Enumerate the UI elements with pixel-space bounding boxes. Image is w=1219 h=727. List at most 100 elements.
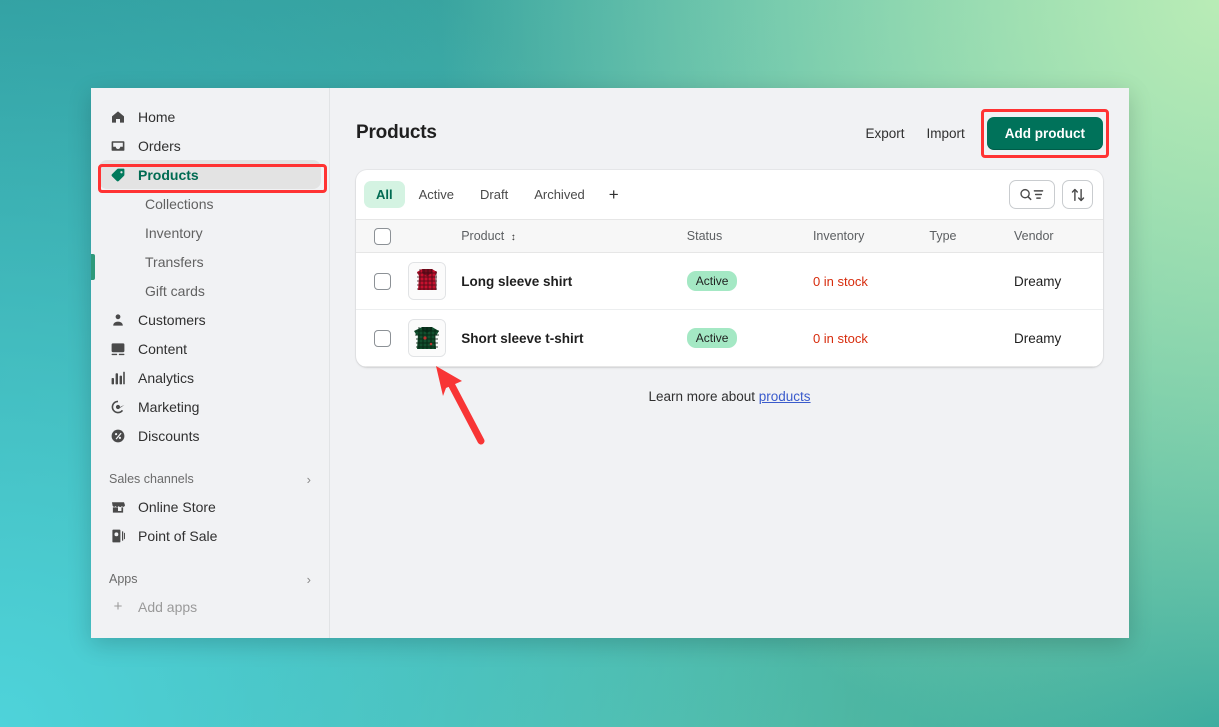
add-tab-button[interactable]: + [599, 183, 629, 207]
section-title: Sales channels [109, 472, 194, 486]
table-row[interactable]: Long sleeve shirt Active 0 in stock Drea… [356, 252, 1103, 310]
vendor-value: Dreamy [1013, 273, 1062, 289]
row-checkbox[interactable] [374, 272, 391, 290]
sidebar-item-point-of-sale[interactable]: Point of Sale [99, 521, 321, 550]
sidebar-item-label: Orders [138, 137, 181, 154]
row-thumbnail-cell [407, 252, 462, 310]
sidebar-item-label: Inventory [145, 224, 203, 241]
tab-all[interactable]: All [364, 181, 405, 208]
sidebar-item-label: Add apps [138, 598, 198, 615]
sidebar-item-label: Point of Sale [138, 527, 218, 544]
search-filter-icon [1020, 188, 1044, 201]
target-icon [109, 398, 127, 416]
sort-icon [1071, 188, 1084, 201]
product-thumbnail[interactable] [407, 262, 446, 300]
column-select-all [356, 219, 408, 253]
column-product[interactable]: Product ↕ [461, 219, 687, 253]
column-status: Status [686, 219, 813, 253]
image-icon [109, 340, 127, 358]
row-name-cell: Short sleeve t-shirt [461, 309, 687, 367]
sidebar-item-products[interactable]: Products [99, 160, 321, 189]
sort-button[interactable] [1062, 180, 1093, 209]
row-inventory-cell: 0 in stock [812, 309, 930, 367]
sidebar-item-content[interactable]: Content [99, 334, 321, 363]
products-link[interactable]: products [759, 389, 811, 404]
sidebar-item-label: Products [138, 166, 199, 183]
sidebar-item-add-apps[interactable]: + Add apps [99, 592, 321, 621]
add-product-wrapper: Add product [980, 108, 1109, 158]
row-inventory-cell: 0 in stock [812, 252, 930, 310]
page-title: Products [356, 122, 437, 143]
sidebar-item-analytics[interactable]: Analytics [99, 363, 321, 392]
learn-more-text: Learn more about products [356, 389, 1103, 404]
orders-icon [109, 137, 127, 155]
bars-icon [109, 369, 127, 387]
sidebar-item-home[interactable]: Home [99, 102, 321, 131]
red-plaid-long-sleeve-shirt-icon [408, 263, 445, 299]
column-product-label: Product [461, 229, 505, 243]
select-all-checkbox[interactable] [374, 227, 391, 245]
sidebar-item-label: Transfers [145, 253, 204, 270]
vendor-value: Dreamy [1013, 330, 1062, 346]
sidebar-item-online-store[interactable]: Online Store [99, 492, 321, 521]
active-nav-accent-bar [91, 254, 95, 280]
sidebar-item-orders[interactable]: Orders [99, 131, 321, 160]
sidebar-item-inventory[interactable]: Inventory [99, 218, 321, 247]
chevron-right-icon: › [306, 471, 311, 487]
sidebar-item-label: Online Store [138, 498, 216, 515]
row-vendor-cell: Dreamy [1013, 252, 1103, 310]
page-header: Products Export Import Add product [356, 108, 1109, 158]
store-icon [109, 498, 127, 516]
sidebar-item-customers[interactable]: Customers [99, 305, 321, 334]
column-type: Type [929, 219, 1014, 253]
table-tools [1009, 180, 1093, 209]
table-header: Product ↕ Status Inventory Type Vendor [356, 219, 1103, 253]
sidebar-item-label: Home [138, 108, 176, 125]
sidebar-item-marketing[interactable]: Marketing [99, 392, 321, 421]
sidebar-item-gift-cards[interactable]: Gift cards [99, 276, 321, 305]
column-inventory: Inventory [812, 219, 930, 253]
row-name-cell: Long sleeve shirt [461, 252, 687, 310]
export-button[interactable]: Export [865, 126, 904, 141]
sidebar-item-label: Discounts [138, 427, 200, 444]
section-title: Apps [109, 572, 138, 586]
sidebar-item-discounts[interactable]: Discounts [99, 421, 321, 450]
row-vendor-cell: Dreamy [1013, 309, 1103, 367]
sidebar-item-transfers[interactable]: Transfers [99, 247, 321, 276]
sidebar-item-label: Collections [145, 195, 214, 212]
tab-draft[interactable]: Draft [468, 181, 520, 208]
sidebar-item-label: Analytics [138, 369, 195, 386]
tab-active[interactable]: Active [407, 181, 466, 208]
sidebar: Home Orders Products Collections Invento… [91, 88, 330, 638]
row-status-cell: Active [686, 309, 813, 367]
column-image [407, 219, 462, 253]
tab-archived[interactable]: Archived [522, 181, 597, 208]
sidebar-item-label: Gift cards [145, 282, 205, 299]
table-row[interactable]: Short sleeve t-shirt Active 0 in stock D… [356, 309, 1103, 367]
row-checkbox[interactable] [374, 329, 391, 347]
section-header-sales-channels[interactable]: Sales channels › [99, 466, 321, 492]
tag-icon [109, 166, 127, 184]
product-name[interactable]: Long sleeve shirt [461, 274, 572, 289]
sidebar-item-collections[interactable]: Collections [99, 189, 321, 218]
pos-icon [109, 527, 127, 545]
products-table: Product ↕ Status Inventory Type Vendor L… [356, 219, 1103, 367]
row-type-cell [929, 309, 1014, 367]
row-type-cell [929, 252, 1014, 310]
app-window: Home Orders Products Collections Invento… [91, 88, 1129, 638]
row-thumbnail-cell [407, 309, 462, 367]
search-filter-button[interactable] [1009, 180, 1055, 209]
product-name[interactable]: Short sleeve t-shirt [461, 331, 583, 346]
inventory-value: 0 in stock [812, 330, 868, 346]
status-badge: Active [686, 271, 738, 291]
products-card: All Active Draft Archived + Product ↕ St… [356, 170, 1103, 367]
status-badge: Active [686, 328, 738, 348]
add-product-button[interactable]: Add product [986, 116, 1103, 150]
sidebar-item-label: Customers [138, 311, 206, 328]
section-header-apps[interactable]: Apps › [99, 566, 321, 592]
import-button[interactable]: Import [926, 126, 964, 141]
table-header-row: Product ↕ Status Inventory Type Vendor [356, 219, 1103, 253]
product-thumbnail[interactable] [407, 319, 446, 357]
green-plaid-short-sleeve-shirt-icon [408, 320, 445, 356]
